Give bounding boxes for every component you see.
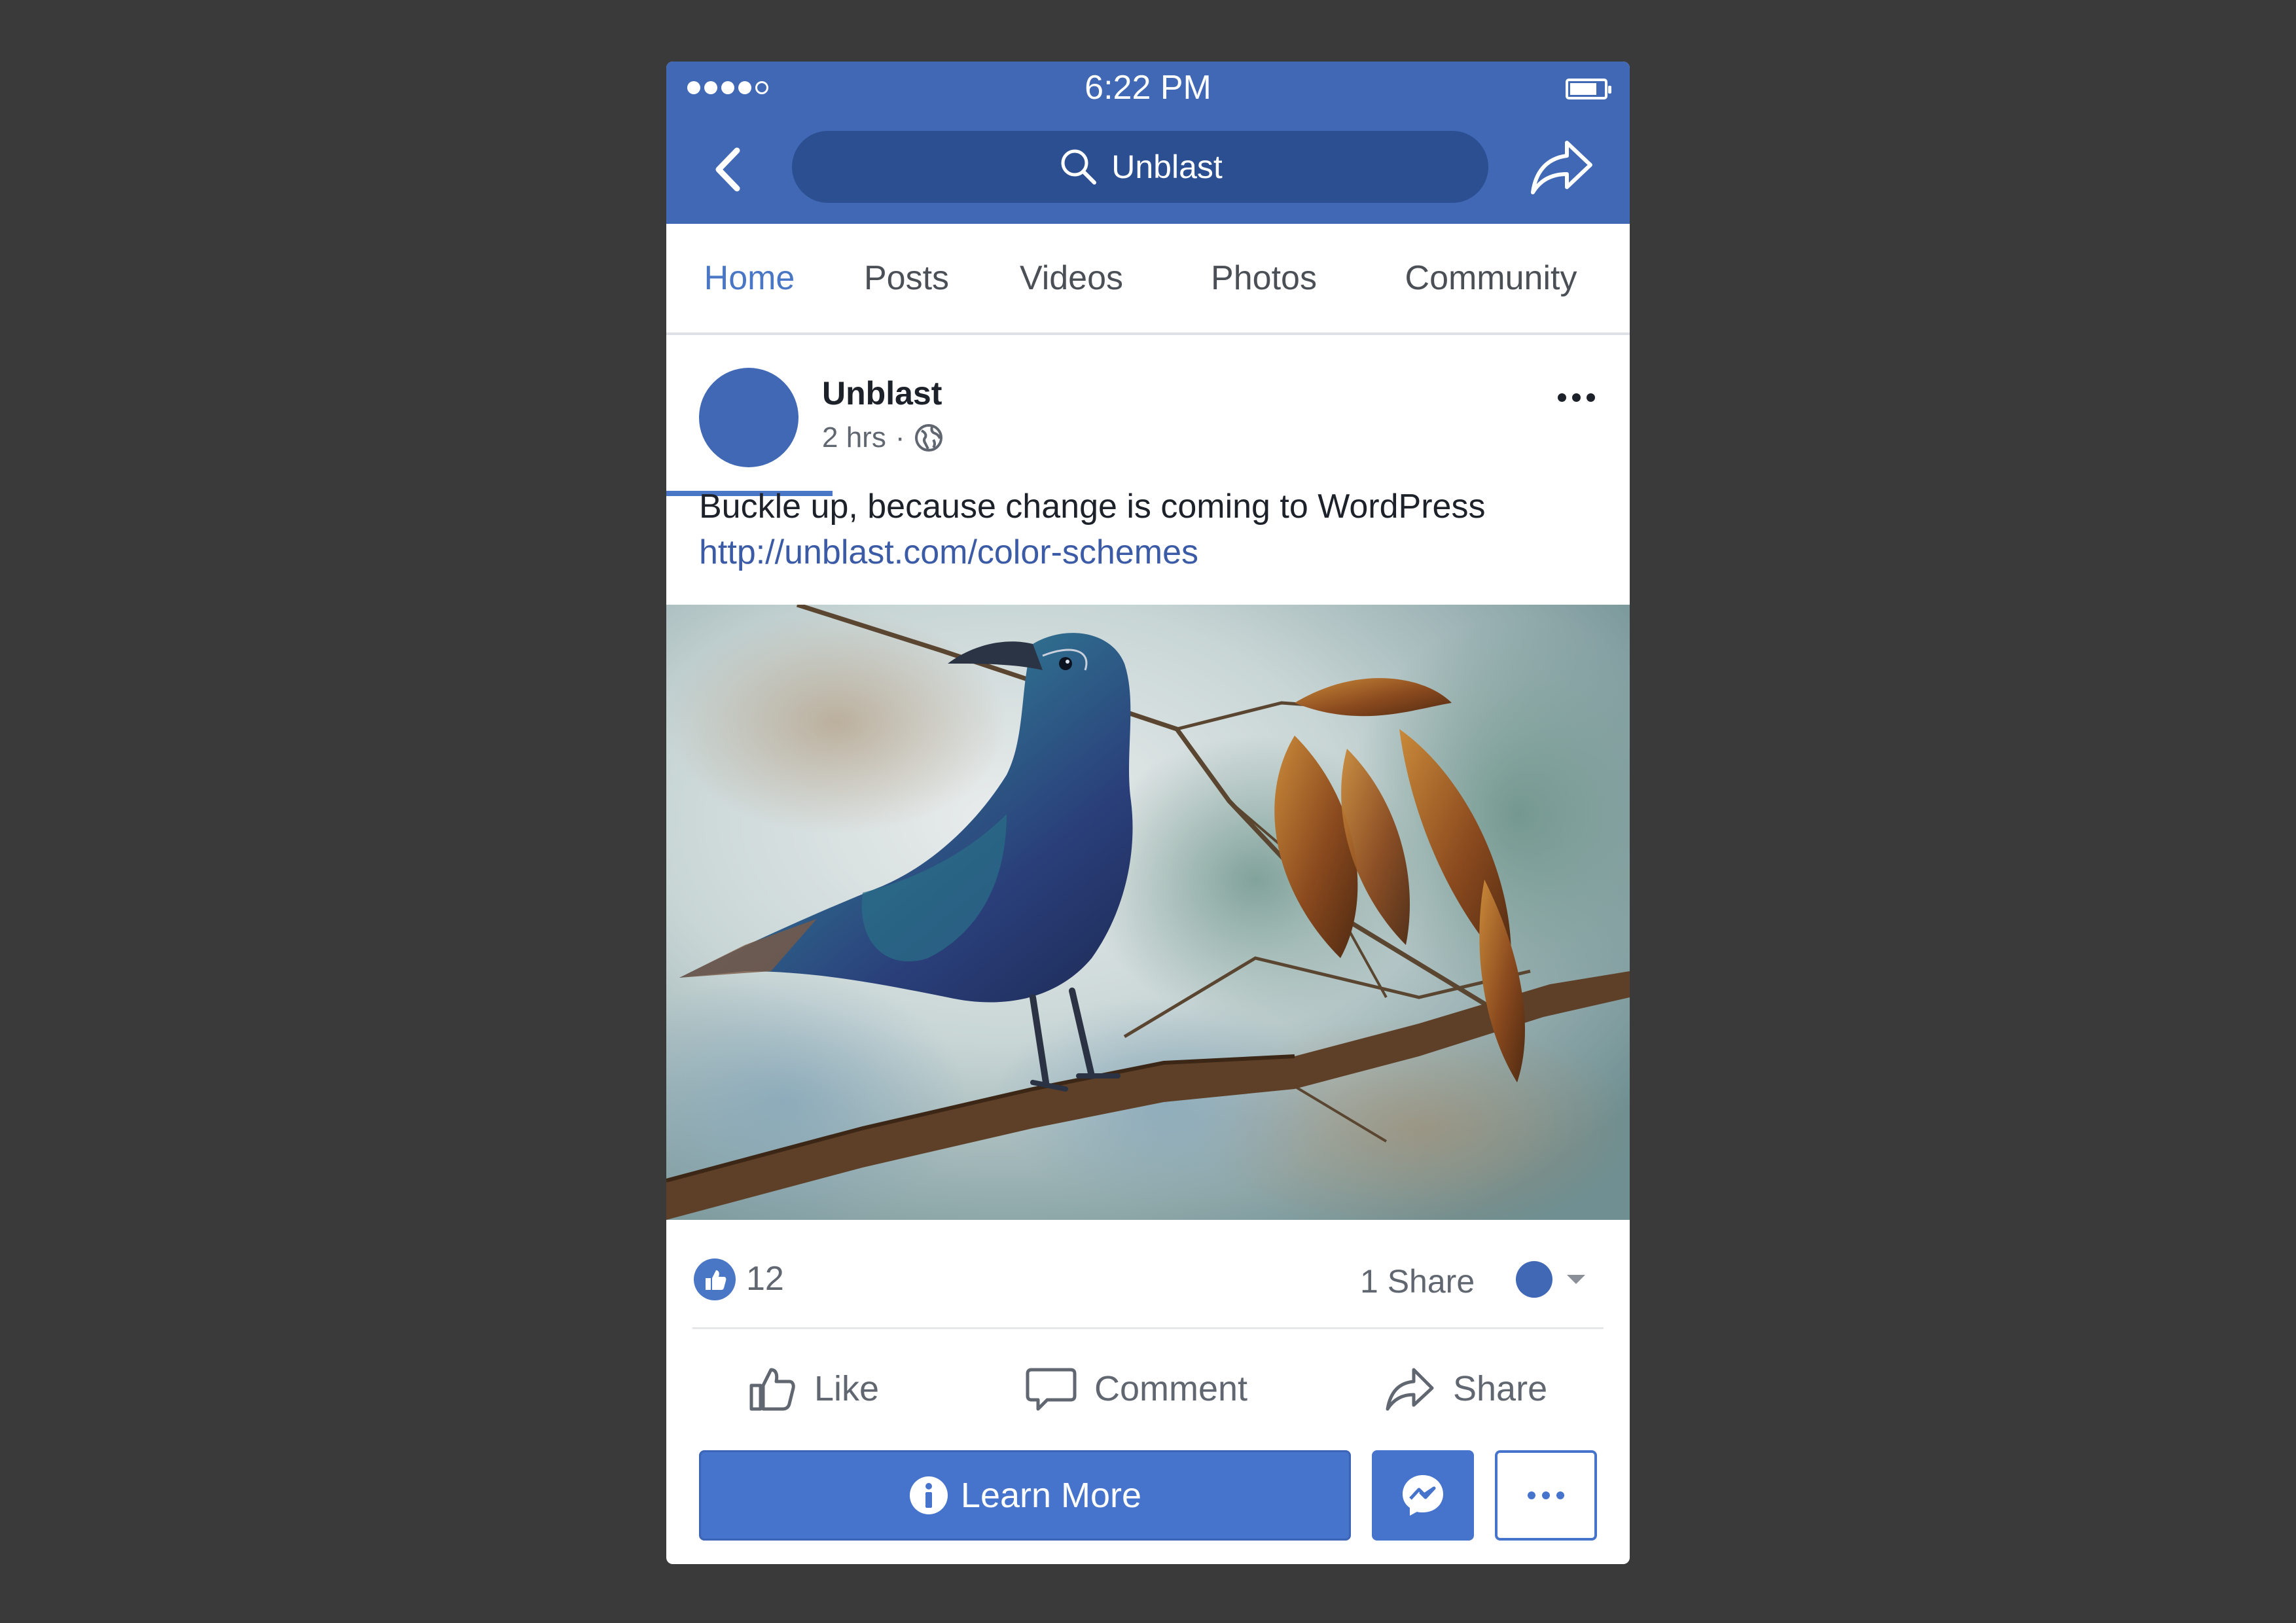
tab-posts[interactable]: Posts [833,224,980,332]
nav-row: Unblast [666,127,1630,212]
chevron-left-icon [715,147,740,192]
app-header: 6:22 PM Unblast [666,62,1630,224]
page-tabs: Home Posts Videos Photos Community [666,224,1630,496]
post-author[interactable]: Unblast [822,374,942,412]
tab-photos[interactable]: Photos [1162,224,1365,332]
avatar[interactable] [699,368,798,467]
more-options-button[interactable] [1495,1450,1597,1541]
share-count[interactable]: 1 Share [1360,1262,1475,1300]
share-page-button[interactable] [1526,134,1597,199]
info-icon [909,1476,948,1514]
share-icon [1386,1368,1434,1411]
thumbs-up-icon[interactable] [692,1257,737,1302]
search-bar[interactable]: Unblast [792,131,1488,203]
learn-more-label: Learn More [960,1476,1142,1515]
share-label: Share [1453,1369,1548,1408]
divider [692,1327,1604,1329]
reaction-avatar-dropdown[interactable] [1511,1258,1596,1301]
status-time: 6:22 PM [1085,69,1211,107]
post-text: Buckle up, because change is coming to W… [699,488,1486,526]
tab-community[interactable]: Community [1365,224,1617,332]
share-button[interactable]: Share [1384,1349,1547,1428]
search-icon [1061,149,1097,185]
post-meta: 2 hrs · [822,421,944,454]
crow-painting [666,605,1630,1220]
chevron-down-icon [1516,1261,1585,1298]
comment-label: Comment [1094,1369,1248,1408]
tab-home[interactable]: Home [666,224,833,332]
back-button[interactable] [700,140,759,199]
battery-icon [1566,79,1611,99]
search-query: Unblast [1111,149,1223,185]
globe-icon [915,424,943,452]
learn-more-button[interactable]: Learn More [699,1450,1351,1541]
post-link[interactable]: http://unblast.com/color-schemes [699,533,1198,572]
post-time[interactable]: 2 hrs [822,421,886,454]
like-count[interactable]: 12 [746,1259,784,1298]
comment-button[interactable]: Comment [1025,1349,1247,1428]
like-label: Like [814,1369,880,1408]
meta-separator: · [895,421,905,454]
post-image[interactable] [666,605,1630,1220]
tab-videos[interactable]: Videos [980,224,1162,332]
status-bar: 6:22 PM [666,62,1630,115]
messenger-button[interactable] [1372,1450,1474,1541]
comment-icon [1026,1368,1077,1411]
thumbs-up-outline-icon [749,1368,795,1411]
messenger-icon [1403,1475,1443,1516]
share-arrow-icon [1531,141,1592,194]
phone-frame: 6:22 PM Unblast Home Posts Videos Photos… [666,62,1630,1564]
like-button[interactable]: Like [746,1349,879,1428]
post-options-button[interactable] [1550,374,1602,420]
